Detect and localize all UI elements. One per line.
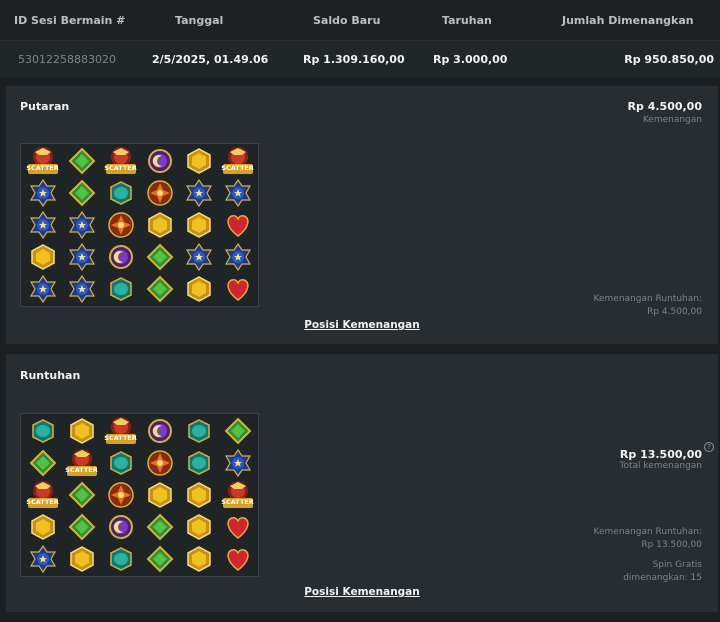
blue-symbol-icon: [62, 273, 101, 305]
heart-symbol-icon: [218, 209, 257, 241]
purple-symbol-icon: [140, 145, 179, 177]
red-symbol-icon: [101, 209, 140, 241]
red-symbol-icon: [140, 177, 179, 209]
scatter-symbol-icon: SCATTER: [23, 145, 62, 177]
panel-title: Runtuhan: [20, 369, 81, 382]
yellow-symbol-icon: [179, 273, 218, 305]
teal-symbol-icon: [101, 177, 140, 209]
teal-symbol-icon: [101, 543, 140, 575]
table-row: 53012258883020 2/5/2025, 01.49.06 Rp 1.3…: [0, 41, 720, 77]
header-date: Tanggal: [175, 14, 224, 27]
yellow-symbol-icon: [62, 415, 101, 447]
yellow-symbol-icon: [62, 543, 101, 575]
blue-symbol-icon: [218, 177, 257, 209]
purple-symbol-icon: [101, 241, 140, 273]
heart-symbol-icon: [218, 543, 257, 575]
reel-grid: SCATTER SCATTER SCATTER SCATTER: [20, 413, 259, 577]
blue-symbol-icon: [179, 177, 218, 209]
heart-symbol-icon: [218, 273, 257, 305]
teal-symbol-icon: [179, 415, 218, 447]
cascade-win-label: Kemenangan Runtuhan:: [593, 527, 702, 537]
scatter-label: SCATTER: [104, 164, 137, 172]
yellow-symbol-icon: [179, 145, 218, 177]
teal-symbol-icon: [23, 415, 62, 447]
header-bet: Taruhan: [442, 14, 492, 27]
red-symbol-icon: [101, 479, 140, 511]
balance-cell: Rp 1.309.160,00: [303, 53, 405, 66]
scatter-label: SCATTER: [221, 498, 254, 506]
scatter-label: SCATTER: [104, 434, 137, 442]
green-symbol-icon: [23, 447, 62, 479]
blue-symbol-icon: [23, 543, 62, 575]
reel-grid: SCATTER SCATTER SCATTER: [20, 143, 259, 307]
blue-symbol-icon: [179, 241, 218, 273]
yellow-symbol-icon: [179, 209, 218, 241]
free-spin-label: Spin Gratis: [652, 560, 702, 570]
blue-symbol-icon: [218, 241, 257, 273]
free-spin-value: dimenangkan: 15: [623, 573, 702, 583]
cascade-win-value: Rp 13.500,00: [641, 540, 702, 550]
scatter-symbol-icon: SCATTER: [218, 145, 257, 177]
yellow-symbol-icon: [23, 511, 62, 543]
red-symbol-icon: [140, 447, 179, 479]
scatter-symbol-icon: SCATTER: [101, 145, 140, 177]
yellow-symbol-icon: [179, 543, 218, 575]
green-symbol-icon: [218, 415, 257, 447]
date-cell: 2/5/2025, 01.49.06: [152, 53, 269, 66]
scatter-symbol-icon: SCATTER: [23, 479, 62, 511]
session-id-cell: 53012258883020: [18, 53, 116, 66]
green-symbol-icon: [140, 543, 179, 575]
yellow-symbol-icon: [179, 479, 218, 511]
blue-symbol-icon: [62, 241, 101, 273]
spin-panel: Putaran Rp 4.500,00 Kemenangan SCATTER SC…: [6, 86, 718, 344]
teal-symbol-icon: [101, 447, 140, 479]
yellow-symbol-icon: [23, 241, 62, 273]
win-amount-label: Kemenangan: [642, 115, 702, 125]
green-symbol-icon: [140, 273, 179, 305]
scatter-symbol-icon: SCATTER: [101, 415, 140, 447]
scatter-label: SCATTER: [65, 466, 98, 474]
cascade-win-value: Rp 4.500,00: [647, 307, 702, 317]
teal-symbol-icon: [179, 447, 218, 479]
scatter-label: SCATTER: [26, 498, 59, 506]
help-icon[interactable]: ?: [704, 442, 714, 452]
green-symbol-icon: [62, 511, 101, 543]
heart-symbol-icon: [218, 511, 257, 543]
cascade-win-label: Kemenangan Runtuhan:: [593, 294, 702, 304]
cascade-panel: Runtuhan SCATTER SCATTER SCATTER SCATTER Rp…: [6, 354, 718, 612]
win-amount: Rp 4.500,00: [627, 100, 702, 113]
won-cell: Rp 950.850,00: [624, 53, 714, 66]
panel-title: Putaran: [20, 100, 70, 113]
scatter-label: SCATTER: [26, 164, 59, 172]
green-symbol-icon: [62, 145, 101, 177]
winning-positions-link[interactable]: Posisi Kemenangan: [6, 319, 718, 331]
green-symbol-icon: [62, 479, 101, 511]
blue-symbol-icon: [218, 447, 257, 479]
yellow-symbol-icon: [140, 209, 179, 241]
purple-symbol-icon: [140, 415, 179, 447]
scatter-symbol-icon: SCATTER: [218, 479, 257, 511]
blue-symbol-icon: [23, 177, 62, 209]
blue-symbol-icon: [62, 209, 101, 241]
table-header: ID Sesi Bermain # Tanggal Saldo Baru Tar…: [0, 0, 720, 41]
header-won: Jumlah Dimenangkan: [562, 14, 694, 27]
green-symbol-icon: [140, 511, 179, 543]
yellow-symbol-icon: [140, 479, 179, 511]
blue-symbol-icon: [23, 273, 62, 305]
purple-symbol-icon: [101, 511, 140, 543]
teal-symbol-icon: [101, 273, 140, 305]
green-symbol-icon: [140, 241, 179, 273]
header-balance: Saldo Baru: [313, 14, 381, 27]
blue-symbol-icon: [23, 209, 62, 241]
yellow-symbol-icon: [179, 511, 218, 543]
scatter-symbol-icon: SCATTER: [62, 447, 101, 479]
green-symbol-icon: [62, 177, 101, 209]
winning-positions-link[interactable]: Posisi Kemenangan: [6, 586, 718, 598]
bet-cell: Rp 3.000,00: [433, 53, 508, 66]
total-win-label: Total kemenangan: [619, 461, 702, 471]
scatter-label: SCATTER: [221, 164, 254, 172]
header-session-id: ID Sesi Bermain #: [14, 14, 126, 27]
